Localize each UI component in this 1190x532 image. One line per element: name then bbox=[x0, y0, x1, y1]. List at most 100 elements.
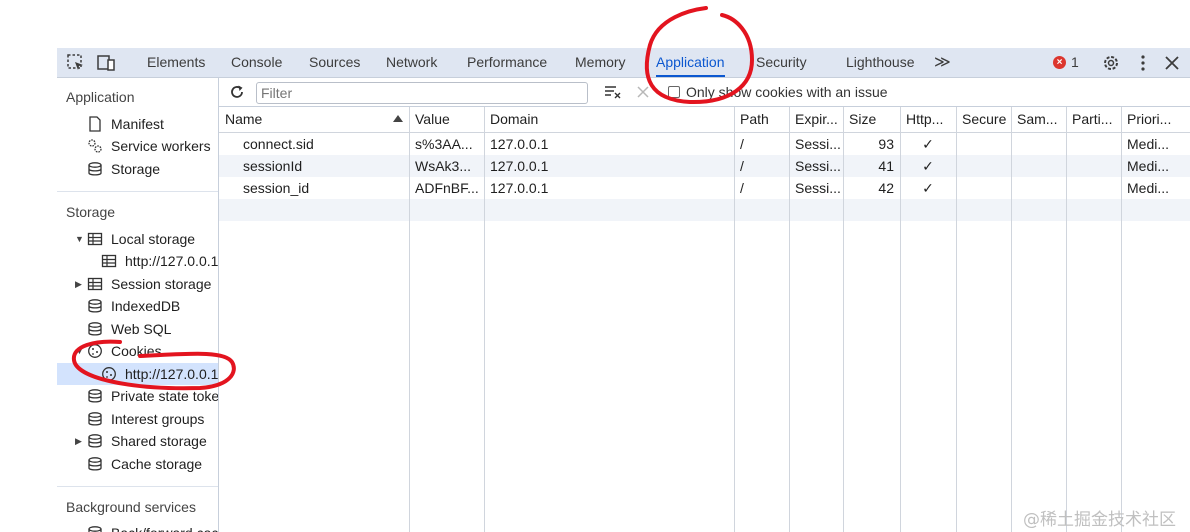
sidebar-item-private-state-tokens[interactable]: Private state tokens bbox=[57, 385, 218, 407]
application-section-title: Application bbox=[66, 89, 135, 105]
cookie-httponly: ✓ bbox=[922, 158, 934, 174]
column-divider bbox=[1066, 107, 1067, 532]
column-header-httponly[interactable]: Http... bbox=[900, 107, 956, 132]
tab-sources[interactable]: Sources bbox=[309, 48, 360, 77]
sidebar-item-session-storage[interactable]: ▶ Session storage bbox=[57, 273, 218, 295]
column-header-domain[interactable]: Domain bbox=[484, 107, 734, 132]
refresh-icon[interactable] bbox=[228, 83, 246, 101]
sidebar-item-back-forward-cache[interactable]: Back/forward cache bbox=[57, 522, 218, 532]
cookie-secure bbox=[956, 177, 1011, 199]
sidebar-divider bbox=[57, 191, 218, 192]
watermark: @稀土掘金技术社区 bbox=[1023, 510, 1176, 530]
cookie-domain: 127.0.0.1 bbox=[490, 158, 549, 174]
column-header-samesite[interactable]: Sam... bbox=[1011, 107, 1066, 132]
table-header: Name Value Domain Path Expir... Size Htt… bbox=[219, 107, 1190, 133]
sidebar-divider bbox=[57, 486, 218, 487]
tab-elements[interactable]: Elements bbox=[147, 48, 205, 77]
tab-security[interactable]: Security bbox=[756, 48, 807, 77]
filter-input[interactable] bbox=[256, 82, 588, 104]
column-header-size[interactable]: Size bbox=[843, 107, 900, 132]
sort-ascending-icon[interactable] bbox=[393, 115, 403, 122]
error-count[interactable]: 1 bbox=[1071, 48, 1079, 77]
sidebar-item-cookie-origin[interactable]: http://127.0.0.1 bbox=[57, 363, 218, 385]
column-header-value[interactable]: Value bbox=[409, 107, 484, 132]
sidebar-item-label: Private state tokens bbox=[111, 388, 219, 404]
column-header-path[interactable]: Path bbox=[734, 107, 789, 132]
more-options-icon[interactable] bbox=[1133, 53, 1153, 73]
sidebar-item-interest-groups[interactable]: Interest groups bbox=[57, 408, 218, 430]
sidebar-item-shared-storage[interactable]: ▶ Shared storage bbox=[57, 430, 218, 452]
cookie-samesite bbox=[1011, 133, 1066, 155]
expand-down-icon[interactable]: ▼ bbox=[75, 340, 84, 362]
cookies-table: Name Value Domain Path Expir... Size Htt… bbox=[219, 107, 1190, 532]
sidebar-item-cache-storage[interactable]: Cache storage bbox=[57, 453, 218, 475]
cookie-path: / bbox=[740, 136, 744, 152]
sidebar-item-local-origin[interactable]: http://127.0.0.1 bbox=[57, 250, 218, 272]
sidebar-item-web-sql[interactable]: Web SQL bbox=[57, 318, 218, 340]
cookie-name: sessionId bbox=[243, 158, 303, 174]
sidebar-item-label: Session storage bbox=[111, 276, 212, 292]
cookie-samesite bbox=[1011, 177, 1066, 199]
more-tabs-icon[interactable]: ≫ bbox=[934, 48, 951, 77]
sidebar-item-cookies[interactable]: ▼ Cookies bbox=[57, 340, 218, 362]
column-header-secure[interactable]: Secure bbox=[956, 107, 1011, 132]
expand-down-icon[interactable]: ▼ bbox=[75, 228, 84, 250]
column-divider bbox=[956, 107, 957, 532]
cookie-httponly: ✓ bbox=[922, 136, 934, 152]
cookie-value: WsAk3... bbox=[415, 158, 472, 174]
table-row[interactable]: session_id ADFnBF... 127.0.0.1 / Sessi..… bbox=[219, 177, 1190, 199]
sidebar-item-label: http://127.0.0.1 bbox=[125, 253, 219, 269]
cookie-path: / bbox=[740, 180, 744, 196]
cookie-secure bbox=[956, 133, 1011, 155]
only-issues-checkbox[interactable] bbox=[668, 86, 680, 98]
cookie-size: 42 bbox=[878, 180, 894, 196]
table-icon bbox=[101, 254, 117, 268]
column-divider bbox=[1011, 107, 1012, 532]
table-row[interactable]: connect.sid s%3AA... 127.0.0.1 / Sessi..… bbox=[219, 133, 1190, 155]
tab-performance[interactable]: Performance bbox=[467, 48, 547, 77]
tab-network[interactable]: Network bbox=[386, 48, 437, 77]
error-icon[interactable]: × bbox=[1053, 56, 1066, 69]
device-toolbar-icon[interactable] bbox=[96, 53, 116, 73]
cookie-domain: 127.0.0.1 bbox=[490, 180, 549, 196]
tab-console[interactable]: Console bbox=[231, 48, 282, 77]
cookie-path: / bbox=[740, 158, 744, 174]
tab-application[interactable]: Application bbox=[656, 48, 725, 77]
database-icon bbox=[88, 457, 102, 471]
column-divider bbox=[1121, 107, 1122, 532]
table-row[interactable]: sessionId WsAk3... 127.0.0.1 / Sessi... … bbox=[219, 155, 1190, 177]
tab-lighthouse[interactable]: Lighthouse bbox=[846, 48, 915, 77]
table-icon bbox=[87, 232, 103, 246]
tab-memory[interactable]: Memory bbox=[575, 48, 626, 77]
devtools-tab-bar: Elements Console Sources Network Perform… bbox=[57, 48, 1190, 78]
expand-right-icon[interactable]: ▶ bbox=[75, 430, 82, 452]
document-icon bbox=[89, 116, 101, 132]
cookie-name: connect.sid bbox=[243, 136, 314, 152]
clear-filtered-icon[interactable] bbox=[604, 84, 622, 100]
column-divider bbox=[789, 107, 790, 532]
sidebar-item-label: Interest groups bbox=[111, 411, 205, 427]
sidebar-item-storage[interactable]: Storage bbox=[57, 158, 218, 180]
column-header-name[interactable]: Name bbox=[219, 107, 409, 132]
table-row-empty bbox=[219, 199, 1190, 221]
column-header-expires[interactable]: Expir... bbox=[789, 107, 843, 132]
close-icon[interactable] bbox=[1162, 53, 1182, 73]
column-divider bbox=[900, 107, 901, 532]
sidebar-item-service-workers[interactable]: Service workers bbox=[57, 135, 218, 157]
sidebar-item-local-storage[interactable]: ▼ Local storage bbox=[57, 228, 218, 250]
table-icon bbox=[87, 277, 103, 291]
sidebar-item-manifest[interactable]: Manifest bbox=[57, 113, 218, 135]
inspect-element-icon[interactable] bbox=[66, 53, 86, 73]
settings-gear-icon[interactable] bbox=[1101, 53, 1121, 73]
cookie-samesite bbox=[1011, 155, 1066, 177]
cookie-partition-key bbox=[1066, 155, 1121, 177]
expand-right-icon[interactable]: ▶ bbox=[75, 273, 82, 295]
gears-icon bbox=[88, 139, 102, 153]
column-divider bbox=[409, 107, 410, 532]
database-icon bbox=[88, 322, 102, 336]
column-header-priority[interactable]: Priori... bbox=[1121, 107, 1190, 132]
only-issues-label: Only show cookies with an issue bbox=[686, 84, 888, 100]
column-header-partition-key[interactable]: Parti... bbox=[1066, 107, 1121, 132]
delete-selected-icon[interactable] bbox=[636, 85, 650, 99]
sidebar-item-indexeddb[interactable]: IndexedDB bbox=[57, 295, 218, 317]
